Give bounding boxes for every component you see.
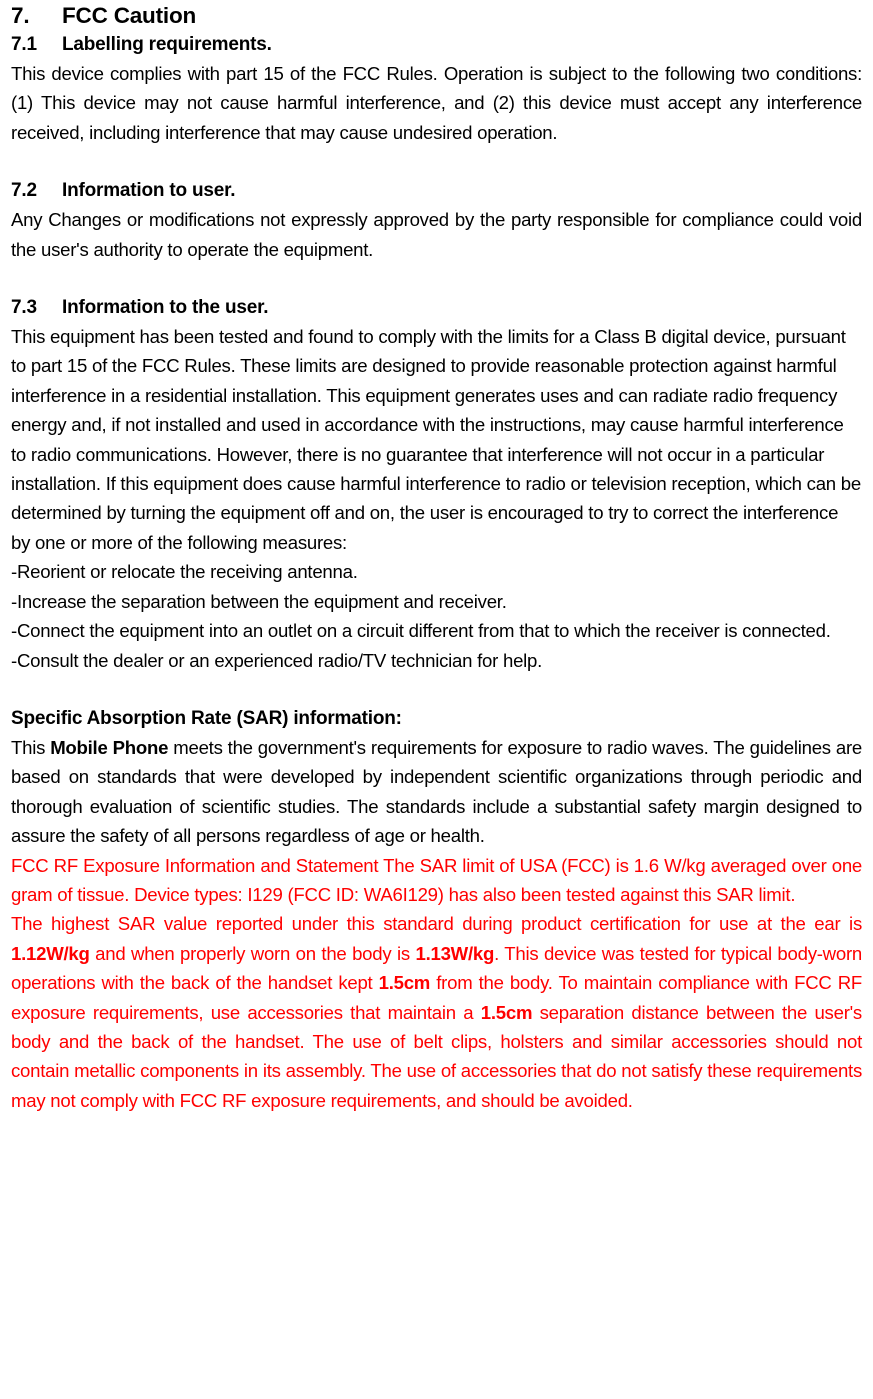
document-page: 7. FCC Caution 7.1 Labelling requirements.… [0,0,873,1399]
measure-item-3: -Connect the equipment into an outlet on… [11,620,831,642]
sar-intro-prefix: This [11,736,51,758]
separation-distance-1: 1.5cm [378,972,431,994]
measure-item-2: -Increase the separation between the equ… [11,590,507,612]
sar-intro-paragraph: This Mobile Phone meets the government's… [11,733,862,851]
sar-body-value: 1.13W/kg [415,942,495,964]
page-title: 7. FCC Caution [11,2,862,30]
sar-highest-text-2: and when properly worn on the body is [89,942,416,964]
measure-item-4: -Consult the dealer or an experienced ra… [11,649,543,671]
measure-item-1: -Reorient or relocate the receiving ante… [11,561,358,583]
subsection-title-7-1: Labelling requirements. [62,34,272,55]
sar-ear-value: 1.12W/kg [11,942,90,964]
separation-distance-2: 1.5cm [480,1001,533,1023]
paragraph-7-3-body: This equipment has been tested and found… [11,326,861,553]
subsection-heading-7-1: 7.1 Labelling requirements. [11,30,862,59]
subsection-number-7-2: 7.2 [11,180,37,202]
paragraph-7-1-body: This device complies with part 15 of the… [11,63,862,143]
section-title: FCC Caution [62,3,197,28]
sar-highest-value-paragraph: The highest SAR value reported under thi… [11,909,862,1115]
subsection-number-7-3: 7.3 [11,297,37,319]
subsection-number-7-1: 7.1 [11,34,37,55]
section-number: 7. [11,3,30,28]
paragraph-7-2-body: Any Changes or modifications not express… [11,209,862,260]
subsection-title-7-2: Information to user. [62,180,236,202]
sar-highest-text-1: The highest SAR value reported under thi… [11,913,862,935]
subsection-heading-7-2: 7.2 Information to user. [11,176,862,205]
sar-device-name: Mobile Phone [50,736,169,758]
subsection-heading-7-3: 7.3 Information to the user. [11,293,862,322]
sar-exposure-statement: FCC RF Exposure Information and Statemen… [11,854,862,905]
subsection-title-7-3: Information to the user. [62,297,269,319]
sar-heading: Specific Absorption Rate (SAR) informati… [11,707,402,729]
